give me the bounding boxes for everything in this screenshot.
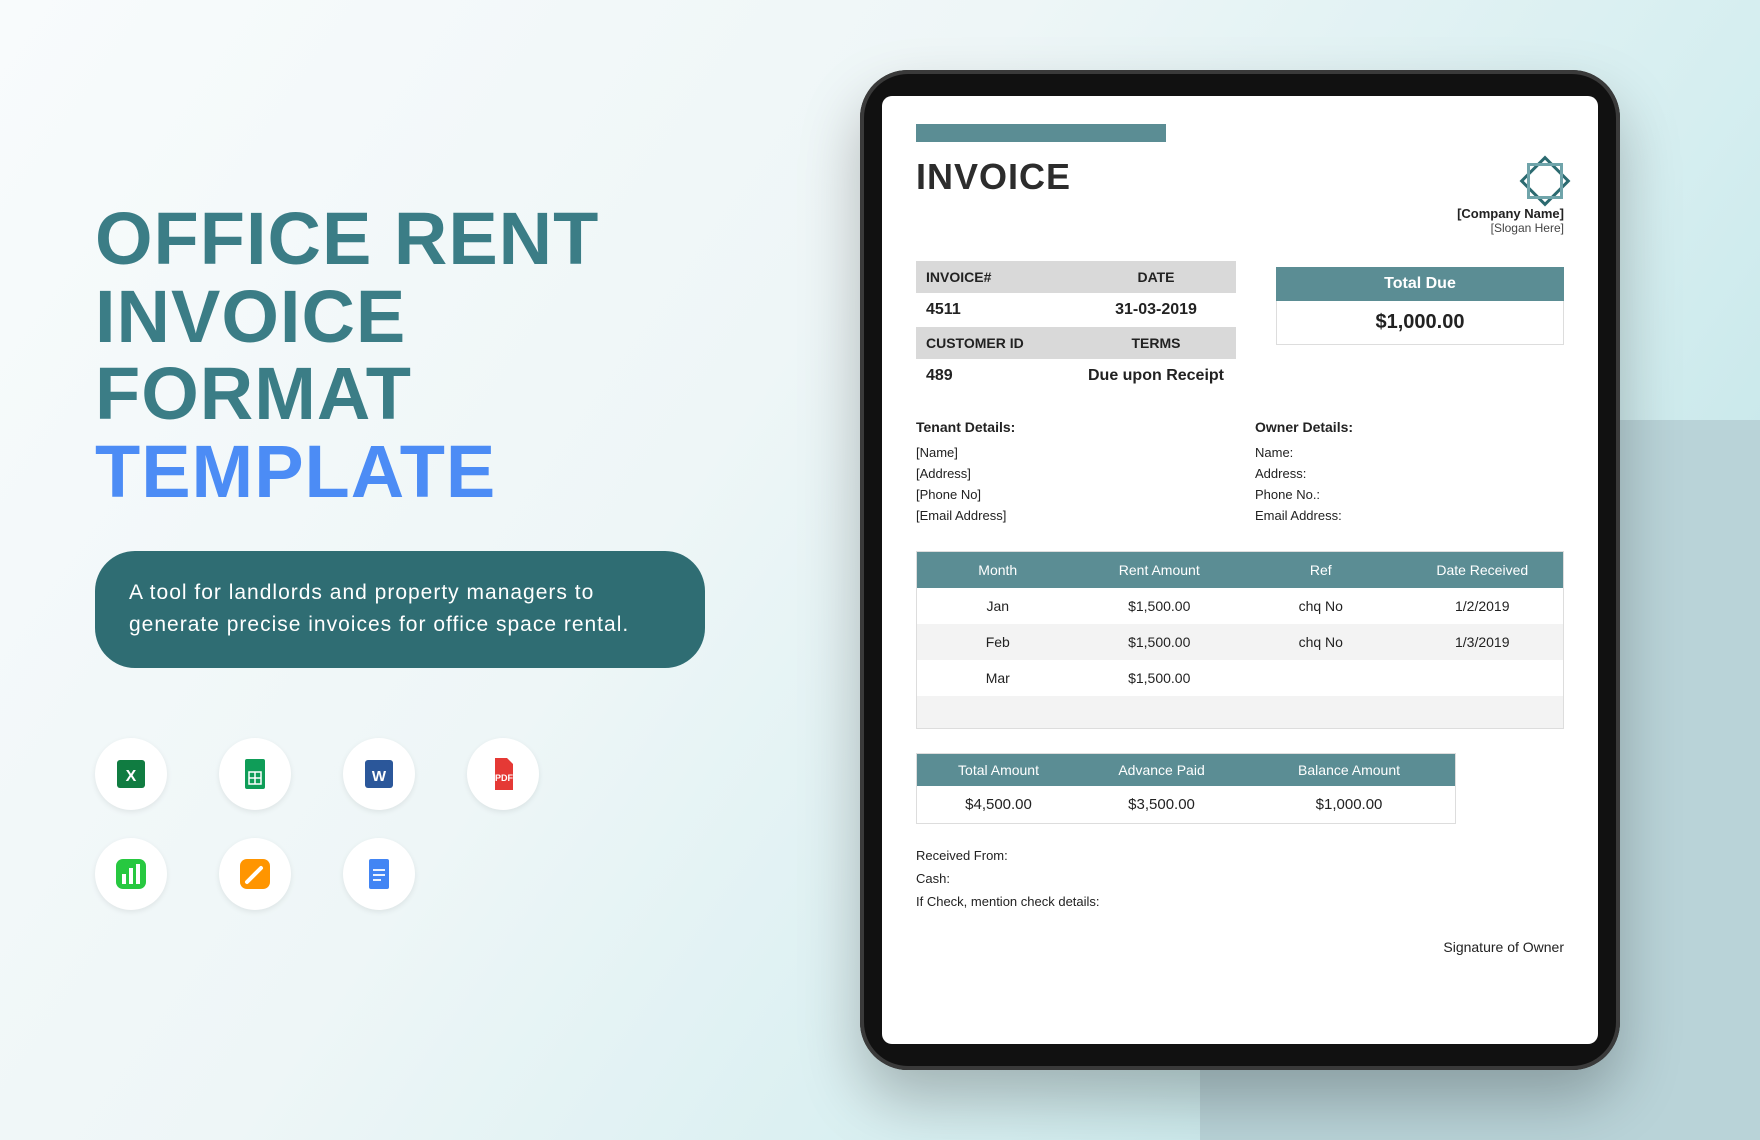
owner-phone: Phone No.:	[1255, 487, 1564, 502]
value-date: 31-03-2019	[1076, 293, 1236, 327]
google-sheets-icon[interactable]	[219, 738, 291, 810]
word-icon[interactable]: W	[343, 738, 415, 810]
cell-date: 1/3/2019	[1402, 624, 1564, 660]
tenant-email: [Email Address]	[916, 508, 1225, 523]
line-items-table: Month Rent Amount Ref Date Received Jan …	[916, 551, 1564, 729]
invoice-document: INVOICE [Company Name] [Slogan Here] INV…	[882, 96, 1598, 1044]
label-date: DATE	[1076, 261, 1236, 293]
cell-month: Jan	[917, 588, 1079, 624]
label-customer-id: CUSTOMER ID	[916, 327, 1076, 359]
cell-ref	[1240, 660, 1402, 696]
col-date-received: Date Received	[1402, 552, 1564, 588]
owner-title: Owner Details:	[1255, 419, 1564, 435]
tenant-details: Tenant Details: [Name] [Address] [Phone …	[916, 419, 1225, 529]
cell-rent: $1,500.00	[1079, 588, 1241, 624]
blank-row	[917, 696, 1563, 728]
invoice-heading: INVOICE	[916, 156, 1071, 198]
cell-month: Mar	[917, 660, 1079, 696]
company-logo-icon	[1520, 156, 1564, 200]
title-line-1: OFFICE RENT	[95, 200, 735, 278]
format-icons: X W PDF	[95, 738, 735, 910]
value-invoice-no: 4511	[916, 293, 1076, 327]
title-line-3: FORMAT	[95, 355, 735, 433]
value-customer-id: 489	[916, 359, 1076, 393]
company-slogan: [Slogan Here]	[1457, 221, 1564, 235]
cell-rent: $1,500.00	[1079, 660, 1241, 696]
description-pill: A tool for landlords and property manage…	[95, 551, 705, 668]
cell-ref: chq No	[1240, 624, 1402, 660]
cash-label: Cash:	[916, 871, 1564, 886]
svg-text:W: W	[372, 768, 387, 785]
template-title: OFFICE RENT INVOICE FORMAT TEMPLATE	[95, 200, 735, 511]
cell-ref: chq No	[1240, 588, 1402, 624]
col-ref: Ref	[1240, 552, 1402, 588]
table-row: Mar $1,500.00	[917, 660, 1563, 696]
value-balance: $1,000.00	[1243, 786, 1455, 823]
owner-address: Address:	[1255, 466, 1564, 481]
tenant-title: Tenant Details:	[916, 419, 1225, 435]
tablet-frame: INVOICE [Company Name] [Slogan Here] INV…	[860, 70, 1620, 1070]
value-advance-paid: $3,500.00	[1080, 786, 1243, 823]
value-total-due: $1,000.00	[1276, 301, 1564, 345]
cell-month: Feb	[917, 624, 1079, 660]
col-rent: Rent Amount	[1079, 552, 1241, 588]
signature-label: Signature of Owner	[916, 939, 1564, 955]
google-docs-icon[interactable]	[343, 838, 415, 910]
tenant-phone: [Phone No]	[916, 487, 1225, 502]
label-invoice-no: INVOICE#	[916, 261, 1076, 293]
svg-text:X: X	[126, 768, 137, 785]
tenant-name: [Name]	[916, 445, 1225, 460]
owner-name: Name:	[1255, 445, 1564, 460]
svg-text:PDF: PDF	[495, 773, 514, 783]
value-total-amount: $4,500.00	[917, 786, 1080, 823]
label-advance-paid: Advance Paid	[1080, 754, 1243, 786]
left-panel: OFFICE RENT INVOICE FORMAT TEMPLATE A to…	[95, 200, 735, 910]
title-line-2: INVOICE	[95, 278, 735, 356]
table-row: Jan $1,500.00 chq No 1/2/2019	[917, 588, 1563, 624]
received-from-label: Received From:	[916, 848, 1564, 863]
label-total-due: Total Due	[1276, 267, 1564, 301]
owner-email: Email Address:	[1255, 508, 1564, 523]
pdf-icon[interactable]: PDF	[467, 738, 539, 810]
owner-details: Owner Details: Name: Address: Phone No.:…	[1255, 419, 1564, 529]
invoice-accent-bar	[916, 124, 1166, 142]
value-terms: Due upon Receipt	[1076, 359, 1236, 393]
cell-date: 1/2/2019	[1402, 588, 1564, 624]
cell-date	[1402, 660, 1564, 696]
label-balance: Balance Amount	[1243, 754, 1455, 786]
table-row: Feb $1,500.00 chq No 1/3/2019	[917, 624, 1563, 660]
tenant-address: [Address]	[916, 466, 1225, 481]
label-terms: TERMS	[1076, 327, 1236, 359]
excel-icon[interactable]: X	[95, 738, 167, 810]
apple-numbers-icon[interactable]	[95, 838, 167, 910]
cell-rent: $1,500.00	[1079, 624, 1241, 660]
totals-table: Total Amount $4,500.00 Advance Paid $3,5…	[916, 753, 1456, 824]
check-note: If Check, mention check details:	[916, 894, 1564, 909]
apple-pages-icon[interactable]	[219, 838, 291, 910]
label-total-amount: Total Amount	[917, 754, 1080, 786]
company-name: [Company Name]	[1457, 206, 1564, 221]
col-month: Month	[917, 552, 1079, 588]
title-line-4: TEMPLATE	[95, 433, 735, 511]
